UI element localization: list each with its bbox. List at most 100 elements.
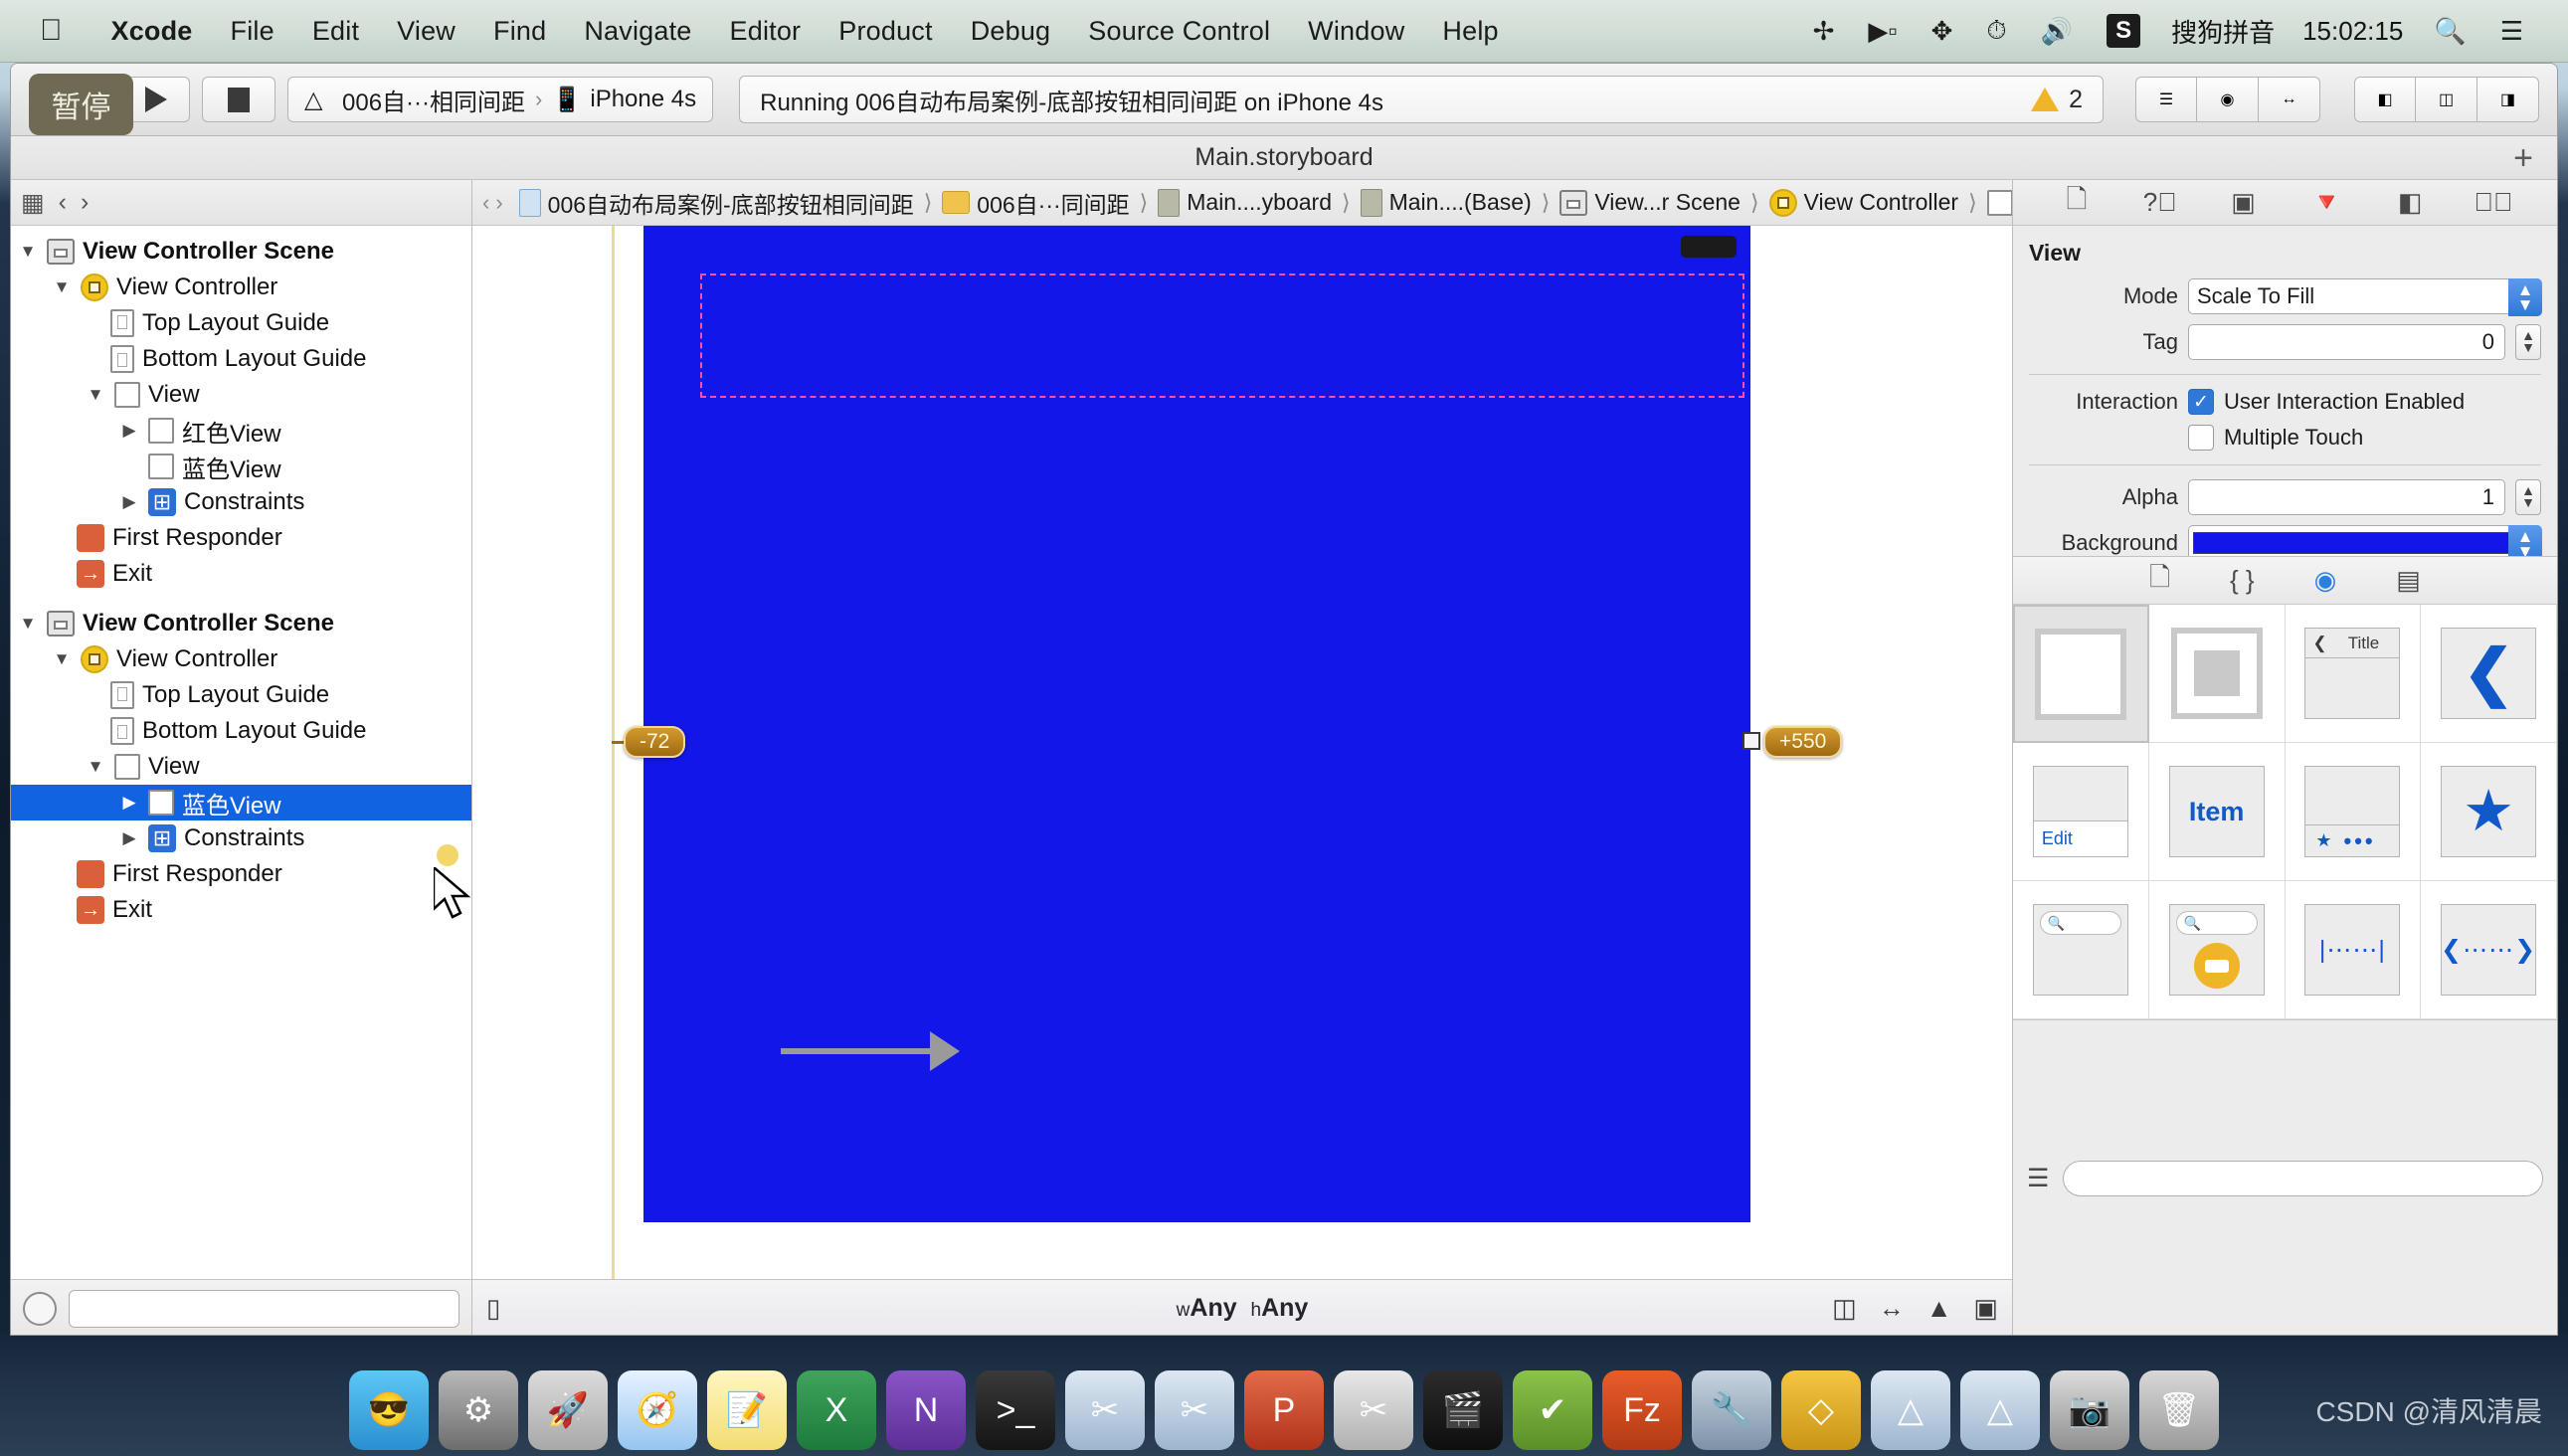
mode-popup[interactable]: Scale To Fill ▲ ▼ <box>2188 278 2542 316</box>
tree-row-scene[interactable]: ▼ View Controller Scene <box>11 234 471 270</box>
alpha-field[interactable]: 1 <box>2188 479 2505 515</box>
dock-app-tools[interactable]: 🔧 <box>1692 1370 1771 1450</box>
back-chevron-icon[interactable]: ‹ <box>482 190 489 216</box>
disclosure-triangle-icon[interactable]: ▼ <box>51 277 73 297</box>
dock-app-photos[interactable]: 📷 <box>2050 1370 2129 1450</box>
library-item-tab-bar-item-object[interactable]: ★ <box>2421 743 2557 881</box>
forward-chevron-icon[interactable]: › <box>495 190 502 216</box>
library-item-flexible-space-bar-item-object[interactable]: ❮⋯⋯❯ <box>2421 881 2557 1019</box>
object-library-icon[interactable]: ◉ <box>2314 565 2337 596</box>
library-item-navigation-bar-object[interactable]: ❮ Title <box>2285 605 2422 743</box>
volume-icon[interactable]: 🔊 <box>2024 16 2090 47</box>
back-chevron-icon[interactable]: ‹ <box>59 188 67 217</box>
library-item-search-bar-keyboard-object[interactable]: 🔍 <box>2148 881 2286 1019</box>
input-method-badge[interactable]: S <box>2090 14 2157 48</box>
menu-item-view[interactable]: View <box>378 16 474 47</box>
alpha-stepper[interactable]: ▲ ▼ <box>2515 479 2541 515</box>
dock-app-trash[interactable]: 🗑 <box>2139 1370 2219 1450</box>
menu-item-editor[interactable]: Editor <box>711 16 821 47</box>
menu-item-xcode[interactable]: Xcode <box>92 16 212 47</box>
storyboard-canvas[interactable]: -72 +550 <box>472 226 2012 1279</box>
video-camera-icon[interactable]: ▶▫ <box>1851 16 1914 47</box>
constraint-badge-right[interactable]: +550 <box>1763 726 1843 758</box>
standard-editor-icon[interactable]: ☰ <box>2135 77 2197 122</box>
tree-row-first-responder[interactable]: First Responder <box>11 856 471 892</box>
breadcrumb-item-project[interactable]: 006自动布局案例-底部按钮相同间距 <box>515 186 918 220</box>
identity-inspector-icon[interactable]: ▣ <box>2222 186 2266 220</box>
dock-app-sketch[interactable]: ◇ <box>1781 1370 1861 1450</box>
background-color-popup[interactable]: ▲ ▼ <box>2188 525 2542 556</box>
dock-app-excel[interactable]: X <box>797 1370 876 1450</box>
menu-item-help[interactable]: Help <box>1423 16 1517 47</box>
dock-app-finder[interactable]: 😎 <box>349 1370 429 1450</box>
disclosure-triangle-icon[interactable]: ▶ <box>118 492 140 512</box>
menu-item-debug[interactable]: Debug <box>952 16 1070 47</box>
disclosure-triangle-icon[interactable]: ▼ <box>85 385 106 405</box>
tree-row-view-controller[interactable]: ▼ View Controller <box>11 641 471 677</box>
size-class-indicator[interactable]: wAny hAny <box>472 1294 2012 1323</box>
library-item-toolbar-object[interactable]: Edit <box>2013 743 2149 881</box>
user-interaction-checkbox-row[interactable]: User Interaction Enabled <box>2188 389 2465 415</box>
tree-row-constraints[interactable]: ▶ Constraints <box>11 484 471 520</box>
multiple-touch-checkbox[interactable] <box>2188 425 2214 451</box>
media-library-icon[interactable]: ▤ <box>2396 565 2421 596</box>
dock-app-launchpad[interactable]: 🚀 <box>528 1370 608 1450</box>
dock-app-xcode-a[interactable]: ✂ <box>1065 1370 1145 1450</box>
tree-row-bottom-layout-guide[interactable]: Bottom Layout Guide <box>11 713 471 749</box>
airplane-icon[interactable]: ✢ <box>1796 16 1852 47</box>
menu-item-edit[interactable]: Edit <box>293 16 378 47</box>
notification-center-icon[interactable]: ☰ <box>2483 16 2540 47</box>
input-method-label[interactable]: 搜狗拼音 <box>2157 13 2289 50</box>
disclosure-triangle-icon[interactable]: ▶ <box>118 421 140 441</box>
dock-app-terminal[interactable]: >_ <box>976 1370 1055 1450</box>
show-navigator-icon[interactable]: ◧ <box>2354 77 2416 122</box>
user-interaction-checkbox[interactable] <box>2188 389 2214 415</box>
disclosure-triangle-icon[interactable]: ▼ <box>51 649 73 669</box>
menu-item-source-control[interactable]: Source Control <box>1069 16 1289 47</box>
size-inspector-icon[interactable]: ◧ <box>2388 186 2432 220</box>
menu-bar-clock[interactable]: 15:02:15 <box>2289 16 2417 47</box>
file-inspector-icon[interactable]: 🗋 <box>2055 184 2099 220</box>
menu-item-product[interactable]: Product <box>820 16 951 47</box>
time-machine-icon[interactable]: ⏱ <box>1969 15 2023 47</box>
breadcrumb-item-storyboard-base[interactable]: Main....(Base) <box>1357 188 1536 217</box>
tag-field[interactable]: 0 <box>2188 324 2505 360</box>
breadcrumb-item-view[interactable]: View <box>1983 189 2012 216</box>
assistant-editor-icon[interactable]: ◉ <box>2197 77 2259 122</box>
tree-row-scene[interactable]: ▼ View Controller Scene <box>11 606 471 641</box>
breadcrumb-item-scene[interactable]: View...r Scene <box>1556 189 1744 216</box>
breadcrumb-item-folder[interactable]: 006自···同间距 <box>938 186 1133 220</box>
tree-row-constraints[interactable]: ▶ Constraints <box>11 820 471 856</box>
dock-app-filezilla[interactable]: Fz <box>1602 1370 1682 1450</box>
menu-item-find[interactable]: Find <box>474 16 565 47</box>
dock-app-video[interactable]: 🎬 <box>1423 1370 1503 1450</box>
file-template-library-icon[interactable]: 🗋 <box>2149 559 2170 603</box>
tree-row-exit[interactable]: Exit <box>11 556 471 592</box>
navigator-filter-input[interactable] <box>69 1289 459 1328</box>
tree-row-red-view[interactable]: ▶ 红色View <box>11 413 471 449</box>
library-item-view-object[interactable] <box>2013 605 2149 743</box>
breadcrumb-item-storyboard[interactable]: Main....yboard <box>1154 188 1336 217</box>
disclosure-triangle-icon[interactable]: ▼ <box>85 757 106 777</box>
breadcrumb-item-view-controller[interactable]: View Controller <box>1765 188 1963 217</box>
forward-chevron-icon[interactable]: › <box>81 188 89 217</box>
library-item-tab-bar-object[interactable]: ★ ••• <box>2285 743 2422 881</box>
tree-row-bottom-layout-guide[interactable]: Bottom Layout Guide <box>11 341 471 377</box>
menu-item-window[interactable]: Window <box>1289 16 1423 47</box>
tree-row-blue-view[interactable]: 蓝色View <box>11 449 471 484</box>
dock-app-onenote[interactable]: N <box>886 1370 966 1450</box>
stop-button[interactable] <box>202 77 275 122</box>
quick-help-icon[interactable]: ?⃝ <box>2138 186 2182 220</box>
library-item-navigation-item-object[interactable]: ❮ <box>2421 605 2557 743</box>
tree-row-blue-view-selected[interactable]: ▶ 蓝色View <box>11 785 471 820</box>
disclosure-triangle-icon[interactable]: ▶ <box>118 828 140 848</box>
menu-item-navigate[interactable]: Navigate <box>565 16 710 47</box>
tag-stepper[interactable]: ▲ ▼ <box>2515 324 2541 360</box>
filter-level-icon[interactable] <box>23 1291 57 1326</box>
dock-app-notes[interactable]: 📝 <box>707 1370 787 1450</box>
document-structure-icon[interactable]: ▦ <box>21 188 45 218</box>
multiple-touch-checkbox-row[interactable]: Multiple Touch <box>2188 425 2363 451</box>
tree-row-first-responder[interactable]: First Responder <box>11 520 471 556</box>
code-snippet-library-icon[interactable]: { } <box>2230 565 2255 596</box>
tree-row-top-layout-guide[interactable]: Top Layout Guide <box>11 305 471 341</box>
